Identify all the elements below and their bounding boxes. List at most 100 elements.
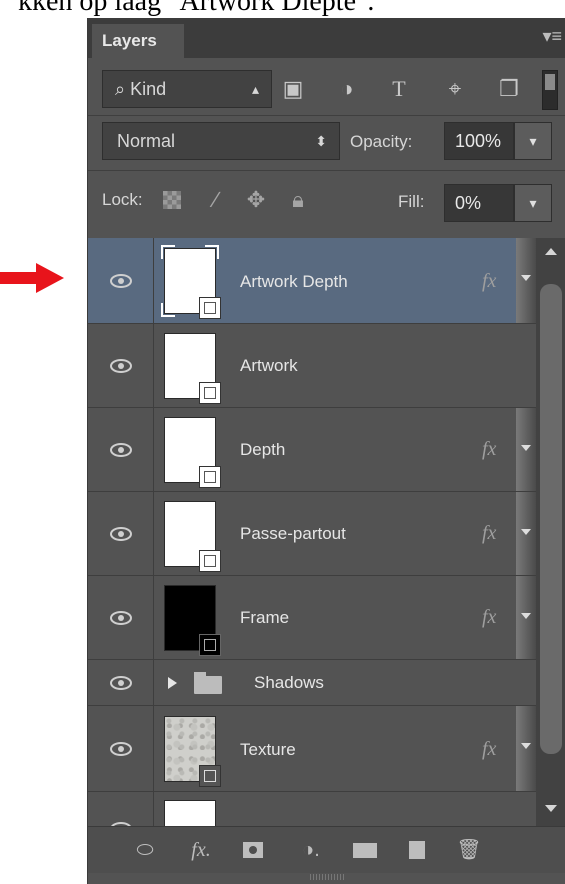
smart-object-icon — [199, 634, 221, 656]
effects-toggle[interactable] — [516, 706, 536, 791]
layer-thumbnail[interactable] — [164, 800, 216, 826]
delete-layer-icon[interactable]: 🗑︎ — [454, 837, 484, 863]
fx-icon[interactable]: fx — [482, 270, 496, 293]
layers-scrollbar[interactable] — [536, 238, 565, 826]
layer-row-artwork[interactable]: Artwork — [88, 324, 536, 408]
layer-name[interactable]: Frame — [240, 608, 289, 628]
add-layer-style-icon[interactable]: fx. — [186, 837, 216, 863]
instruction-caption: kken op laag "Artwork Diepte". — [18, 0, 375, 17]
opacity-input[interactable]: 100% — [444, 122, 514, 160]
effects-toggle[interactable] — [516, 238, 536, 323]
fx-icon[interactable]: fx — [482, 438, 496, 461]
layer-row-frame[interactable]: Frame fx — [88, 576, 536, 660]
chevron-updown-icon: ▴ — [251, 81, 259, 97]
layer-name[interactable]: Depth — [240, 440, 285, 460]
eye-icon[interactable] — [110, 527, 132, 541]
blend-mode-value: Normal — [117, 131, 176, 151]
layer-name[interactable]: Artwork — [240, 356, 298, 376]
layer-thumbnail[interactable] — [164, 501, 221, 572]
layer-thumbnail[interactable] — [164, 417, 221, 488]
fx-icon[interactable]: fx — [482, 738, 496, 761]
scroll-up-icon[interactable] — [545, 248, 557, 255]
fx-icon[interactable]: fx — [482, 522, 496, 545]
blend-row: Normal ⬍ Opacity: 100% ▾ — [88, 118, 565, 162]
eye-icon[interactable] — [110, 443, 132, 457]
fx-icon[interactable]: fx — [482, 606, 496, 629]
lock-transparent-pixels-icon[interactable] — [158, 186, 186, 214]
lock-position-icon[interactable]: ✥ — [242, 186, 270, 214]
resize-grip[interactable] — [310, 874, 346, 880]
visibility-column — [88, 238, 154, 323]
layers-panel: Layers ▾≡ ⌕ Kind ▴ ▣ ◑ T ⌖ ❐ Normal ⬍ Op… — [87, 18, 565, 884]
blend-mode-select[interactable]: Normal ⬍ — [102, 122, 340, 160]
layer-name[interactable]: Shadows — [254, 673, 324, 693]
visibility-column — [88, 706, 154, 791]
visibility-column — [88, 576, 154, 659]
layers-list: Artwork Depth fx Artwork Depth fx Passe-… — [88, 238, 536, 826]
panel-tab-bar: Layers ▾≡ — [88, 18, 565, 58]
smart-object-filter-icon[interactable]: ❐ — [496, 76, 522, 102]
smart-object-icon — [199, 550, 221, 572]
new-group-folder-icon[interactable] — [350, 837, 380, 863]
layer-row-artwork-depth[interactable]: Artwork Depth fx — [88, 238, 536, 324]
visibility-column — [88, 324, 154, 407]
effects-toggle[interactable] — [516, 576, 536, 659]
layer-thumbnail[interactable] — [161, 245, 221, 319]
type-layer-filter-icon[interactable]: T — [386, 76, 412, 102]
layer-name[interactable]: Passe-partout — [240, 524, 346, 544]
layer-thumbnail[interactable] — [164, 585, 221, 656]
divider — [88, 115, 565, 116]
lock-image-pixels-icon[interactable]: ∕ — [202, 186, 230, 214]
new-layer-icon[interactable] — [402, 837, 432, 863]
layer-row-depth[interactable]: Depth fx — [88, 408, 536, 492]
filter-kind-label: ⌕ Kind — [115, 79, 167, 99]
divider — [88, 170, 565, 171]
new-adjustment-layer-icon[interactable]: ◑. — [296, 837, 326, 863]
scroll-thumb[interactable] — [540, 284, 562, 754]
layer-thumbnail[interactable] — [164, 716, 221, 787]
layer-row-passe-partout[interactable]: Passe-partout fx — [88, 492, 536, 576]
filter-toggle-switch[interactable] — [542, 70, 558, 110]
visibility-column — [88, 408, 154, 491]
layer-name[interactable]: Artwork Depth — [240, 272, 348, 292]
smart-object-icon — [199, 466, 221, 488]
shape-layer-filter-icon[interactable]: ⌖ — [442, 76, 468, 102]
effects-toggle[interactable] — [516, 492, 536, 575]
eye-icon[interactable] — [110, 676, 132, 690]
link-layers-icon[interactable]: ⬭ — [130, 837, 160, 863]
layer-row-partial[interactable] — [88, 792, 536, 826]
layer-row-shadows-group[interactable]: Shadows — [88, 660, 536, 706]
lock-row: Lock: ∕ ✥ 🔒︎ Fill: 0% ▾ — [88, 178, 565, 222]
eye-icon[interactable] — [110, 611, 132, 625]
opacity-slider-button[interactable]: ▾ — [514, 122, 552, 160]
expand-arrow-icon[interactable] — [168, 677, 177, 689]
smart-object-icon — [199, 297, 221, 319]
eye-icon[interactable] — [110, 274, 132, 288]
folder-icon — [194, 672, 222, 694]
adjustment-layer-filter-icon[interactable]: ◑ — [334, 76, 360, 102]
layer-name[interactable]: Texture — [240, 740, 296, 760]
visibility-column — [88, 492, 154, 575]
visibility-column — [88, 660, 154, 705]
panel-bottom-toolbar: ⬭ fx. ◑. 🗑︎ — [88, 826, 565, 873]
pixel-layer-filter-icon[interactable]: ▣ — [280, 76, 306, 102]
scroll-down-icon[interactable] — [545, 805, 557, 812]
tab-layers[interactable]: Layers — [92, 24, 184, 58]
smart-object-icon — [199, 765, 221, 787]
add-mask-icon[interactable] — [238, 837, 268, 863]
lock-label: Lock: — [102, 190, 143, 209]
layer-thumbnail[interactable] — [164, 333, 221, 404]
eye-icon[interactable] — [110, 359, 132, 373]
fill-input[interactable]: 0% — [444, 184, 514, 222]
effects-toggle[interactable] — [516, 408, 536, 491]
red-arrow-pointer — [0, 263, 64, 293]
fill-slider-button[interactable]: ▾ — [514, 184, 552, 222]
filter-kind-select[interactable]: ⌕ Kind ▴ — [102, 70, 272, 108]
opacity-label: Opacity: — [350, 132, 413, 151]
panel-menu-icon[interactable]: ▾≡ — [542, 26, 562, 47]
fill-label: Fill: — [398, 192, 425, 211]
layer-row-texture[interactable]: Texture fx — [88, 706, 536, 792]
lock-all-icon[interactable]: 🔒︎ — [284, 186, 312, 214]
chevron-updown-icon: ⬍ — [315, 133, 327, 149]
eye-icon[interactable] — [110, 742, 132, 756]
